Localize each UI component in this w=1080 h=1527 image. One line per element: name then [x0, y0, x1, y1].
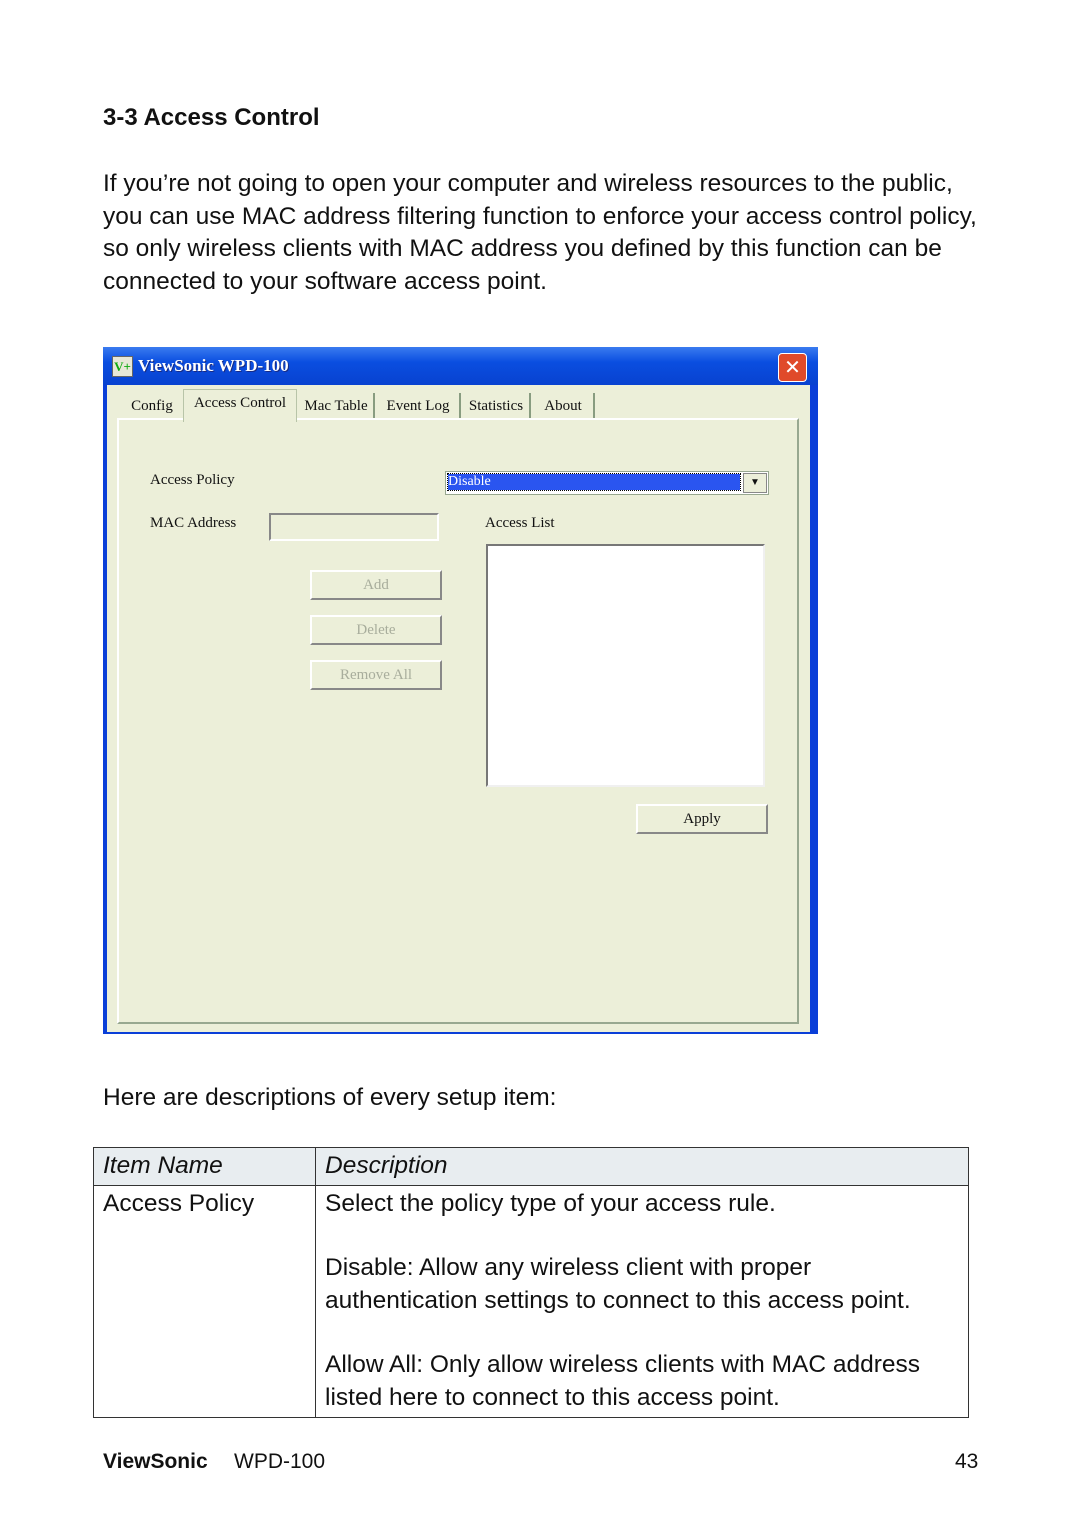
table-row: Access Policy Select the policy type of … — [93, 1184, 969, 1418]
access-policy-select[interactable]: Disable ▼ — [445, 471, 769, 495]
header-item-name: Item Name — [93, 1147, 316, 1186]
access-policy-value: Disable — [447, 473, 741, 491]
chevron-down-icon[interactable]: ▼ — [743, 473, 767, 493]
footer-model: WPD-100 — [234, 1450, 326, 1473]
description-cell: Select the policy type of your access ru… — [315, 1184, 969, 1418]
tab-about[interactable]: About — [533, 393, 595, 419]
remove-all-button[interactable]: Remove All — [310, 660, 442, 690]
tab-access-control[interactable]: Access Control — [183, 389, 297, 422]
header-description: Description — [315, 1147, 969, 1186]
table-intro: Here are descriptions of every setup ite… — [103, 1084, 557, 1111]
settings-table: Item Name Description Access Policy Sele… — [93, 1147, 969, 1418]
app-logo-icon: V+ — [112, 356, 133, 377]
mac-address-label: MAC Address — [150, 515, 237, 531]
access-list-box[interactable] — [486, 544, 765, 787]
close-button[interactable]: ✕ — [778, 353, 807, 382]
title-bar[interactable]: V+ ViewSonic WPD-100 ✕ — [103, 347, 818, 385]
tab-event-log[interactable]: Event Log — [377, 393, 461, 419]
footer-brand: ViewSonic — [103, 1450, 208, 1473]
delete-button[interactable]: Delete — [310, 615, 442, 645]
mac-address-input[interactable] — [269, 513, 439, 541]
description-line: Disable: Allow any wireless client with … — [325, 1254, 911, 1314]
table-header-row: Item Name Description — [93, 1147, 969, 1186]
tab-config[interactable]: Config — [121, 393, 183, 419]
intro-paragraph: If you’re not going to open your compute… — [103, 170, 977, 295]
close-icon: ✕ — [784, 355, 801, 379]
page-number: 43 — [955, 1450, 979, 1473]
tab-mac-table[interactable]: Mac Table — [299, 393, 375, 419]
add-button[interactable]: Add — [310, 570, 442, 600]
description-line: Allow All: Only allow wireless clients w… — [325, 1351, 920, 1411]
app-window: V+ ViewSonic WPD-100 ✕ Config Access Con… — [103, 347, 818, 1034]
access-control-panel: Access Policy Disable ▼ MAC Address Acce… — [117, 418, 799, 1024]
document-page: 3-3 Access Control If you’re not going t… — [0, 0, 1080, 1527]
tab-statistics[interactable]: Statistics — [463, 393, 531, 419]
section-heading: 3-3 Access Control — [103, 104, 320, 131]
description-line: Select the policy type of your access ru… — [325, 1189, 776, 1217]
apply-button[interactable]: Apply — [636, 804, 768, 834]
item-name-cell: Access Policy — [93, 1184, 316, 1418]
window-title: ViewSonic WPD-100 — [138, 356, 289, 375]
access-list-label: Access List — [485, 515, 555, 531]
window-client: Config Access Control Mac Table Event Lo… — [107, 385, 810, 1032]
access-policy-label: Access Policy — [150, 472, 235, 488]
